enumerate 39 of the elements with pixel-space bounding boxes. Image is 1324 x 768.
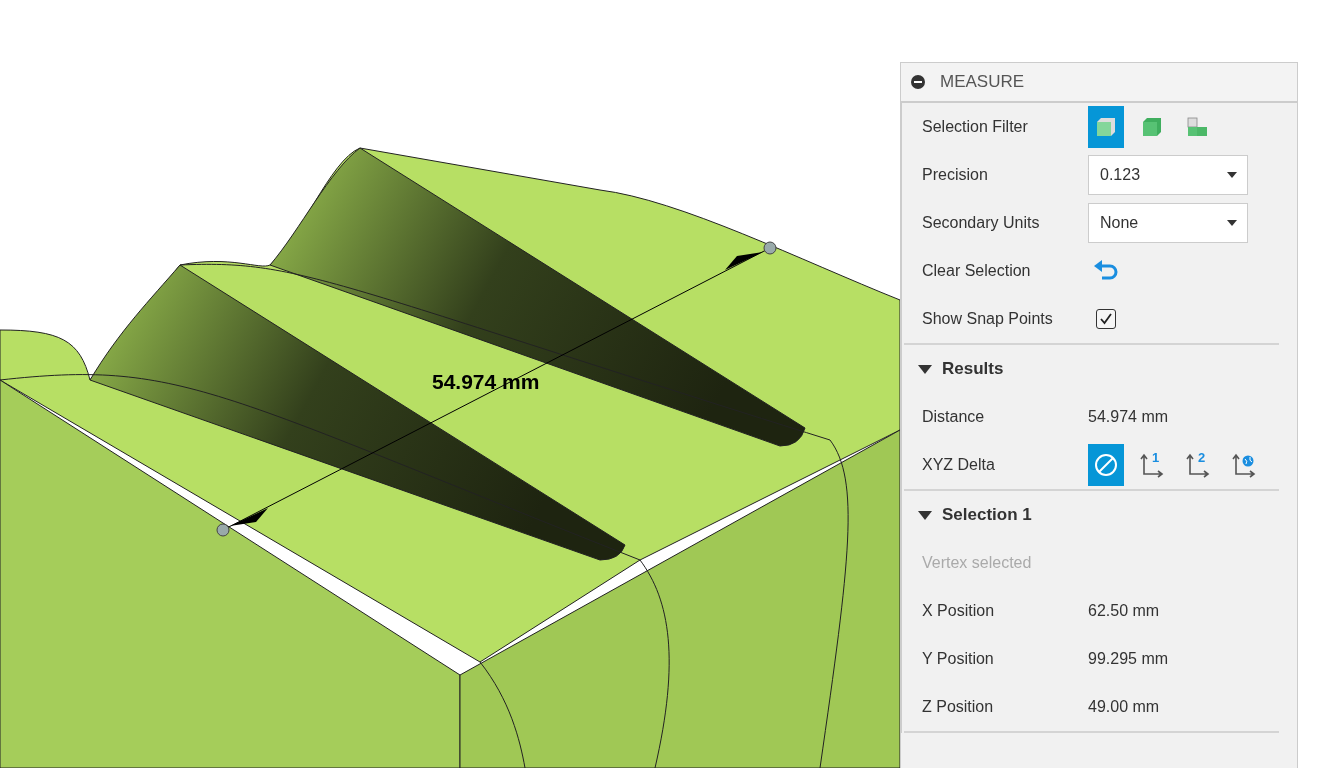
section-title: Selection 1 (942, 505, 1032, 525)
field-value: 54.974 mm (1088, 408, 1169, 426)
cube-icon (1140, 115, 1164, 139)
collapse-icon[interactable] (910, 74, 926, 90)
caret-icon (1227, 172, 1237, 178)
field-value: 49.00 mm (1088, 698, 1160, 716)
field-label: Secondary Units (922, 214, 1041, 232)
axis-number: 1 (1152, 450, 1160, 465)
axis-number: 2 (1198, 450, 1206, 465)
checkbox[interactable] (1096, 309, 1116, 329)
filter-button[interactable] (1088, 106, 1124, 148)
field-value: 99.295 mm (1088, 650, 1169, 668)
field-label: Precision (922, 166, 989, 184)
field-value: 62.50 mm (1088, 602, 1160, 620)
axes-icon (1139, 452, 1165, 478)
prohibited-icon (1093, 452, 1119, 478)
status-text: Vertex selected (922, 554, 1032, 572)
expand-icon[interactable] (918, 510, 932, 520)
globe-axes-icon (1231, 452, 1257, 478)
panel-title: MEASURE (940, 72, 1025, 92)
undo-icon[interactable] (1092, 259, 1120, 283)
field-label: Distance (922, 408, 986, 426)
field-label: Y Position (922, 650, 995, 668)
units-dropdown[interactable]: None (1088, 203, 1248, 243)
caret-icon (1227, 220, 1237, 226)
field-label: X Position (922, 602, 996, 620)
blocks-icon (1186, 115, 1210, 139)
precision-dropdown[interactable]: 0.123 (1088, 155, 1248, 195)
field-label: Z Position (922, 698, 995, 716)
section-title: Results (942, 359, 1004, 379)
delta-button[interactable] (1088, 444, 1124, 486)
expand-icon[interactable] (918, 364, 932, 374)
field-label: Clear Selection (922, 262, 1032, 280)
cube-icon (1094, 115, 1118, 139)
field-label: XYZ Delta (922, 456, 996, 474)
dimension-label: 54.974 mm (432, 370, 540, 394)
axes-icon (1185, 452, 1211, 478)
field-label: Selection Filter (922, 118, 1029, 136)
field-label: Show Snap Points (922, 310, 1054, 328)
